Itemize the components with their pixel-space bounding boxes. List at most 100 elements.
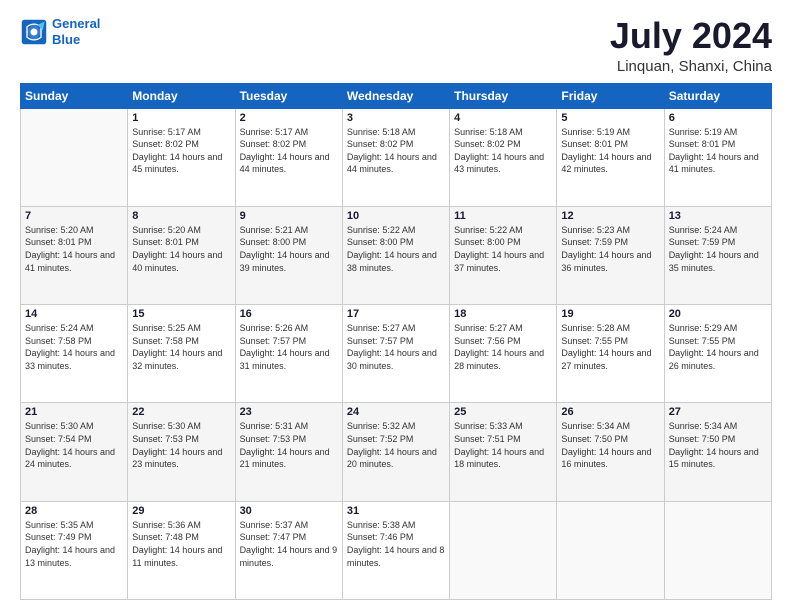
day-info: Sunrise: 5:19 AMSunset: 8:01 PMDaylight:… [669,126,767,176]
day-number: 1 [132,112,230,124]
day-number: 4 [454,112,552,124]
calendar-cell: 29 Sunrise: 5:36 AMSunset: 7:48 PMDayligh… [128,501,235,599]
day-number: 25 [454,406,552,418]
day-number: 2 [240,112,338,124]
weekday-header: Tuesday [235,83,342,108]
calendar-cell: 22Sunrise: 5:30 AMSunset: 7:53 PMDayligh… [128,403,235,501]
day-info: Sunrise: 5:27 AMSunset: 7:57 PMDaylight:… [347,322,445,372]
calendar-cell: 1 Sunrise: 5:17 AMSunset: 8:02 PMDaylight… [128,108,235,206]
day-number: 9 [240,210,338,222]
day-number: 7 [25,210,123,222]
day-info: Sunrise: 5:36 AMSunset: 7:48 PMDaylight:… [132,519,230,569]
calendar-cell: 30 Sunrise: 5:37 AMSunset: 7:47 PMDayligh… [235,501,342,599]
day-number: 18 [454,308,552,320]
day-number: 15 [132,308,230,320]
day-info: Sunrise: 5:34 AMSunset: 7:50 PMDaylight:… [561,420,659,470]
main-title: July 2024 [610,16,772,56]
calendar-cell [664,501,771,599]
calendar-cell: 12Sunrise: 5:23 AMSunset: 7:59 PMDayligh… [557,206,664,304]
logo: General Blue [20,16,100,47]
calendar-cell [557,501,664,599]
calendar-cell: 10Sunrise: 5:22 AMSunset: 8:00 PMDayligh… [342,206,449,304]
day-info: Sunrise: 5:23 AMSunset: 7:59 PMDaylight:… [561,224,659,274]
day-info: Sunrise: 5:27 AMSunset: 7:56 PMDaylight:… [454,322,552,372]
subtitle: Linquan, Shanxi, China [610,58,772,75]
calendar-cell: 31 Sunrise: 5:38 AMSunset: 7:46 PMDayligh… [342,501,449,599]
day-number: 19 [561,308,659,320]
calendar-cell: 5 Sunrise: 5:19 AMSunset: 8:01 PMDaylight… [557,108,664,206]
calendar-cell: 13Sunrise: 5:24 AMSunset: 7:59 PMDayligh… [664,206,771,304]
calendar-cell: 26 Sunrise: 5:34 AMSunset: 7:50 PMDayligh… [557,403,664,501]
day-number: 22 [132,406,230,418]
calendar-cell: 8 Sunrise: 5:20 AMSunset: 8:01 PMDaylight… [128,206,235,304]
day-info: Sunrise: 5:17 AMSunset: 8:02 PMDaylight:… [240,126,338,176]
calendar-cell: 21 Sunrise: 5:30 AMSunset: 7:54 PMDayligh… [21,403,128,501]
calendar-cell: 7Sunrise: 5:20 AMSunset: 8:01 PMDaylight… [21,206,128,304]
day-number: 20 [669,308,767,320]
calendar-table: SundayMondayTuesdayWednesdayThursdayFrid… [20,83,772,600]
calendar-cell: 11 Sunrise: 5:22 AMSunset: 8:00 PMDayligh… [450,206,557,304]
day-number: 10 [347,210,445,222]
day-info: Sunrise: 5:18 AMSunset: 8:02 PMDaylight:… [454,126,552,176]
day-number: 29 [132,505,230,517]
calendar-cell: 25 Sunrise: 5:33 AMSunset: 7:51 PMDayligh… [450,403,557,501]
day-info: Sunrise: 5:24 AMSunset: 7:59 PMDaylight:… [669,224,767,274]
logo-line1: General [52,16,100,31]
day-number: 5 [561,112,659,124]
calendar-cell: 28 Sunrise: 5:35 AMSunset: 7:49 PMDayligh… [21,501,128,599]
day-number: 28 [25,505,123,517]
calendar-cell: 3 Sunrise: 5:18 AMSunset: 8:02 PMDaylight… [342,108,449,206]
calendar-cell: 24Sunrise: 5:32 AMSunset: 7:52 PMDayligh… [342,403,449,501]
title-area: July 2024 Linquan, Shanxi, China [610,16,772,75]
day-number: 21 [25,406,123,418]
day-number: 3 [347,112,445,124]
day-info: Sunrise: 5:22 AMSunset: 8:00 PMDaylight:… [454,224,552,274]
calendar-cell: 20Sunrise: 5:29 AMSunset: 7:55 PMDayligh… [664,305,771,403]
weekday-header: Wednesday [342,83,449,108]
day-info: Sunrise: 5:35 AMSunset: 7:49 PMDaylight:… [25,519,123,569]
day-info: Sunrise: 5:37 AMSunset: 7:47 PMDaylight:… [240,519,338,569]
logo-line2: Blue [52,32,80,47]
calendar-cell: 4 Sunrise: 5:18 AMSunset: 8:02 PMDaylight… [450,108,557,206]
calendar-week-row: 7 Sunrise: 5:20 AMSunset: 8:01 PMDaylight… [21,206,772,304]
calendar-week-row: 28 Sunrise: 5:35 AMSunset: 7:49 PMDayligh… [21,501,772,599]
day-number: 26 [561,406,659,418]
day-info: Sunrise: 5:20 AMSunset: 8:01 PMDaylight:… [132,224,230,274]
day-number: 16 [240,308,338,320]
day-info: Sunrise: 5:18 AMSunset: 8:02 PMDaylight:… [347,126,445,176]
weekday-header: Saturday [664,83,771,108]
calendar-cell: 15Sunrise: 5:25 AMSunset: 7:58 PMDayligh… [128,305,235,403]
day-number: 23 [240,406,338,418]
day-info: Sunrise: 5:19 AMSunset: 8:01 PMDaylight:… [561,126,659,176]
calendar-cell: 19Sunrise: 5:28 AMSunset: 7:55 PMDayligh… [557,305,664,403]
logo-icon [20,18,48,46]
day-number: 27 [669,406,767,418]
day-number: 8 [132,210,230,222]
weekday-header: Sunday [21,83,128,108]
weekday-header: Friday [557,83,664,108]
day-info: Sunrise: 5:24 AMSunset: 7:58 PMDaylight:… [25,322,123,372]
day-number: 31 [347,505,445,517]
day-info: Sunrise: 5:17 AMSunset: 8:02 PMDaylight:… [132,126,230,176]
weekday-header: Thursday [450,83,557,108]
calendar-cell [450,501,557,599]
day-info: Sunrise: 5:32 AMSunset: 7:52 PMDaylight:… [347,420,445,470]
day-number: 17 [347,308,445,320]
weekday-header: Monday [128,83,235,108]
day-info: Sunrise: 5:33 AMSunset: 7:51 PMDaylight:… [454,420,552,470]
day-info: Sunrise: 5:30 AMSunset: 7:54 PMDaylight:… [25,420,123,470]
calendar-cell: 2 Sunrise: 5:17 AMSunset: 8:02 PMDaylight… [235,108,342,206]
day-info: Sunrise: 5:21 AMSunset: 8:00 PMDaylight:… [240,224,338,274]
calendar-cell: 27 Sunrise: 5:34 AMSunset: 7:50 PMDayligh… [664,403,771,501]
header: General Blue July 2024 Linquan, Shanxi, … [20,16,772,75]
calendar-week-row: 1 Sunrise: 5:17 AMSunset: 8:02 PMDaylight… [21,108,772,206]
day-number: 14 [25,308,123,320]
calendar-cell: 14 Sunrise: 5:24 AMSunset: 7:58 PMDayligh… [21,305,128,403]
day-number: 30 [240,505,338,517]
day-info: Sunrise: 5:34 AMSunset: 7:50 PMDaylight:… [669,420,767,470]
day-info: Sunrise: 5:38 AMSunset: 7:46 PMDaylight:… [347,519,445,569]
day-info: Sunrise: 5:31 AMSunset: 7:53 PMDaylight:… [240,420,338,470]
day-number: 11 [454,210,552,222]
calendar-cell: 18 Sunrise: 5:27 AMSunset: 7:56 PMDayligh… [450,305,557,403]
calendar-cell [21,108,128,206]
